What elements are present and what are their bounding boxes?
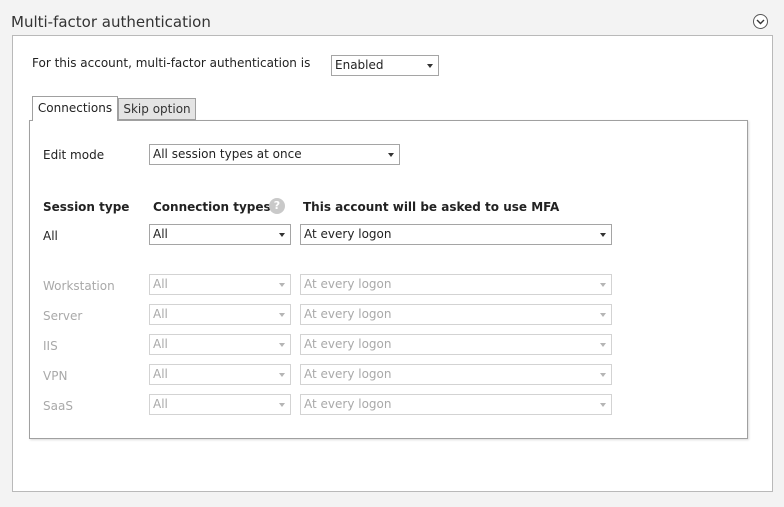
dropdown-arrow-icon — [600, 343, 606, 347]
mfa-saas-value: At every logon — [304, 397, 392, 411]
section-title: Multi-factor authentication — [11, 13, 211, 31]
session-saas-label: SaaS — [43, 399, 73, 413]
connection-server-value: All — [153, 307, 168, 321]
connection-saas-value: All — [153, 397, 168, 411]
edit-mode-select-value: All session types at once — [153, 147, 302, 161]
mfa-saas-select: At every logon — [300, 394, 612, 415]
account-mfa-select[interactable]: Enabled — [331, 55, 439, 76]
mfa-all-select[interactable]: At every logon — [300, 224, 612, 245]
tab-connections[interactable]: Connections — [32, 96, 118, 121]
edit-mode-select[interactable]: All session types at once — [149, 144, 400, 165]
connection-iis-select: All — [149, 334, 291, 355]
account-mfa-select-value: Enabled — [335, 58, 384, 72]
header-session-type: Session type — [43, 200, 130, 214]
tab-skip-option[interactable]: Skip option — [118, 98, 196, 120]
tab-skip-option-label: Skip option — [123, 102, 191, 116]
mfa-iis-value: At every logon — [304, 337, 392, 351]
connection-vpn-value: All — [153, 367, 168, 381]
connection-server-select: All — [149, 304, 291, 325]
session-workstation-label: Workstation — [43, 279, 115, 293]
connection-saas-select: All — [149, 394, 291, 415]
tab-connections-label: Connections — [37, 101, 113, 115]
dropdown-arrow-icon — [600, 403, 606, 407]
question-icon[interactable]: ? — [269, 198, 285, 214]
mfa-vpn-value: At every logon — [304, 367, 392, 381]
header-connection-types: Connection types — [153, 200, 271, 214]
collapse-section-button[interactable] — [753, 14, 768, 29]
connection-iis-value: All — [153, 337, 168, 351]
dropdown-arrow-icon — [600, 373, 606, 377]
account-mfa-label: For this account, multi-factor authentic… — [32, 56, 311, 70]
mfa-workstation-value: At every logon — [304, 277, 392, 291]
mfa-iis-select: At every logon — [300, 334, 612, 355]
dropdown-arrow-icon — [279, 403, 285, 407]
dropdown-arrow-icon — [427, 64, 433, 68]
dropdown-arrow-icon — [279, 343, 285, 347]
session-iis-label: IIS — [43, 339, 58, 353]
connection-workstation-select: All — [149, 274, 291, 295]
session-server-label: Server — [43, 309, 83, 323]
dropdown-arrow-icon — [279, 373, 285, 377]
dropdown-arrow-icon — [279, 283, 285, 287]
mfa-all-value: At every logon — [304, 227, 392, 241]
chevron-down-icon — [756, 19, 765, 24]
dropdown-arrow-icon — [600, 233, 606, 237]
session-all-label: All — [43, 229, 58, 243]
dropdown-arrow-icon — [279, 313, 285, 317]
connection-all-value: All — [153, 227, 168, 241]
session-vpn-label: VPN — [43, 369, 68, 383]
mfa-server-value: At every logon — [304, 307, 392, 321]
dropdown-arrow-icon — [279, 233, 285, 237]
header-ask-mfa: This account will be asked to use MFA — [303, 200, 560, 214]
mfa-server-select: At every logon — [300, 304, 612, 325]
connection-workstation-value: All — [153, 277, 168, 291]
connection-all-select[interactable]: All — [149, 224, 291, 245]
mfa-workstation-select: At every logon — [300, 274, 612, 295]
mfa-vpn-select: At every logon — [300, 364, 612, 385]
dropdown-arrow-icon — [600, 283, 606, 287]
dropdown-arrow-icon — [388, 153, 394, 157]
connection-vpn-select: All — [149, 364, 291, 385]
dropdown-arrow-icon — [600, 313, 606, 317]
edit-mode-label: Edit mode — [43, 148, 105, 162]
